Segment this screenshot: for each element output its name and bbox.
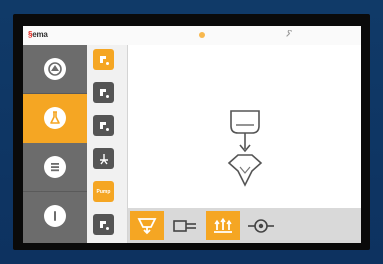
- brand-logo: §ema: [28, 30, 48, 39]
- main-canvas: [128, 45, 361, 208]
- pump-icon: [173, 219, 196, 232]
- bottom-toolbar: [128, 208, 361, 243]
- wrench-icon[interactable]: [285, 30, 293, 38]
- spray-gun-icon: [99, 220, 109, 230]
- flask-icon: [44, 107, 66, 129]
- dashboard-icon: [44, 58, 66, 80]
- spray-gun-icon: [99, 55, 109, 65]
- pump-button[interactable]: [168, 211, 202, 240]
- subnav-item-pump[interactable]: Pump: [93, 181, 114, 202]
- list-icon: [44, 156, 66, 178]
- hopper-icon: [137, 217, 157, 234]
- person-icon: [99, 153, 108, 164]
- valve-button[interactable]: [244, 211, 278, 240]
- hopper-icon: [230, 110, 260, 134]
- info-icon: [44, 205, 66, 227]
- sidebar-item-coating[interactable]: [23, 94, 87, 143]
- pump-label: Pump: [96, 188, 111, 195]
- valve-icon: [248, 218, 274, 233]
- sidebar-item-info[interactable]: [23, 192, 87, 240]
- hopper-button[interactable]: [130, 211, 164, 240]
- fluidize-button[interactable]: [206, 211, 240, 240]
- fluidize-icon: [214, 217, 232, 233]
- spray-gun-icon: [99, 121, 109, 131]
- spray-gun-icon: [99, 88, 109, 98]
- powder-flow-diagram: [227, 110, 263, 187]
- sub-navigation: Pump: [87, 45, 128, 243]
- top-status-bar: §ema: [23, 26, 361, 46]
- subnav-item-gun-1[interactable]: [93, 49, 114, 70]
- device-frame: §ema Pump: [0, 0, 383, 264]
- brand-name: ema: [32, 30, 48, 39]
- touch-screen: §ema Pump: [23, 26, 361, 243]
- main-sidebar: [23, 45, 87, 243]
- subnav-item-operator[interactable]: [93, 148, 114, 169]
- warning-dot-icon[interactable]: [199, 32, 205, 38]
- subnav-item-gun-3[interactable]: [93, 115, 114, 136]
- funnel-icon: [227, 154, 263, 187]
- subnav-item-gun-4[interactable]: [93, 214, 114, 235]
- sidebar-item-list[interactable]: [23, 143, 87, 192]
- subnav-item-gun-2[interactable]: [93, 82, 114, 103]
- sidebar-item-dashboard[interactable]: [23, 45, 87, 94]
